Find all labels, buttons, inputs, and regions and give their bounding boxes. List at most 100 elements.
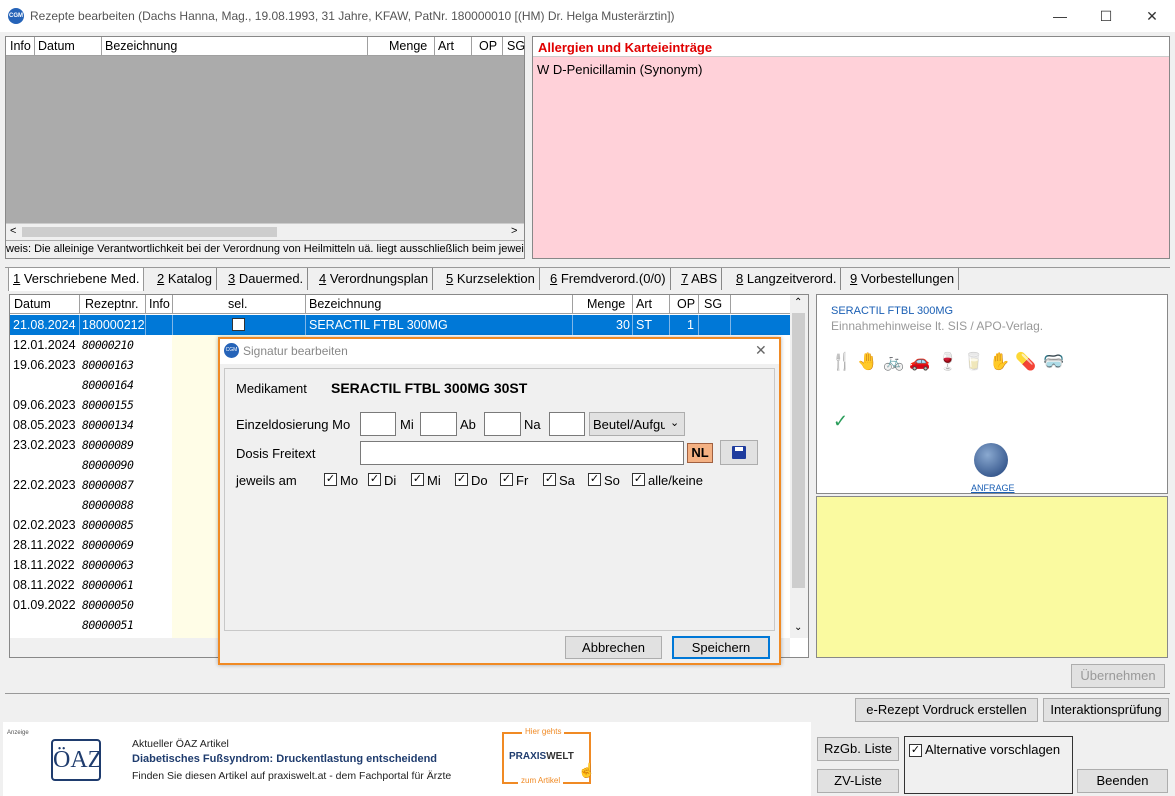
zv-liste-button[interactable]: ZV-Liste [817, 769, 899, 793]
day-checkbox-mo[interactable]: ✓ [324, 473, 337, 486]
vertical-scrollbar[interactable]: ⌃ ⌄ [790, 295, 808, 638]
ad-banner[interactable]: Anzeige ÖAZ Aktueller ÖAZ Artikel Diabet… [3, 722, 811, 796]
milk-icon[interactable]: 🥛 [963, 352, 984, 372]
check-icon[interactable]: ✓ [833, 411, 848, 432]
col-art[interactable]: Art [438, 39, 454, 53]
window-title: Rezepte bearbeiten (Dachs Hanna, Mag., 1… [30, 9, 675, 23]
cancel-button[interactable]: Abbrechen [565, 636, 662, 659]
maximize-button[interactable]: ☐ [1083, 0, 1129, 32]
chevron-down-icon: ⌄ [670, 417, 680, 429]
upper-table-header: Info Datum Bezeichnung Menge Art OP SG [6, 37, 525, 56]
upper-medication-table[interactable]: Info Datum Bezeichnung Menge Art OP SG <… [5, 36, 525, 259]
interaktion-button[interactable]: Interaktionsprüfung [1043, 698, 1169, 722]
col-op[interactable]: OP [479, 39, 497, 53]
erezept-button[interactable]: e-Rezept Vordruck erstellen [855, 698, 1038, 722]
day-checkbox-fr[interactable]: ✓ [500, 473, 513, 486]
col-sg[interactable]: SG [507, 39, 525, 53]
table-row[interactable]: 21.08.2024 180000212 SERACTIL FTBL 300MG 30… [10, 315, 790, 335]
scrollbar-thumb[interactable] [792, 313, 805, 588]
save-disk-button[interactable] [720, 440, 758, 465]
minimize-button[interactable]: — [1037, 0, 1083, 32]
col-datum[interactable]: Datum [14, 297, 51, 311]
col-op[interactable]: OP [677, 297, 695, 311]
col-bezeichnung[interactable]: Bezeichnung [105, 39, 177, 53]
tab-dauermed[interactable]: 3 Dauermed. [224, 268, 309, 290]
praxiswelt-button[interactable]: Hier gehts PRAXISWELT zum Artikel ☝ [502, 727, 595, 785]
day-checkbox-so[interactable]: ✓ [588, 473, 601, 486]
col-sg[interactable]: SG [704, 297, 722, 311]
close-button[interactable]: ✕ [1129, 0, 1175, 32]
ad-title[interactable]: Diabetisches Fußsyndrom: Druckentlastung… [132, 753, 437, 765]
row-datum: 12.01.2024 [13, 338, 76, 352]
tab-langzeitverord[interactable]: 8 Langzeitverord. [732, 268, 842, 290]
row-rezeptnr: 80000088 [82, 498, 134, 512]
dose-ab-input[interactable] [484, 412, 521, 436]
col-menge[interactable]: Menge [389, 39, 427, 53]
col-info[interactable]: Info [149, 297, 170, 311]
goggles-icon[interactable]: 🥽 [1043, 352, 1064, 372]
tab-verordnungsplan[interactable]: 4 Verordnungsplan [315, 268, 434, 290]
scrollbar-thumb[interactable] [22, 227, 277, 237]
tab-katalog[interactable]: 2 Katalog [153, 268, 217, 290]
row-datum: 02.02.2023 [13, 518, 76, 532]
tab-fremdverord[interactable]: 6 Fremdverord.(0/0) [546, 268, 671, 290]
unit-select[interactable]: Beutel/Aufgu ⌄ [589, 412, 685, 436]
row-rezeptnr: 80000089 [82, 438, 134, 452]
tab-verschriebene-med[interactable]: 1 Verschriebene Med. [8, 267, 145, 291]
tab-abs[interactable]: 7 ABS [677, 268, 723, 290]
col-bezeichnung[interactable]: Bezeichnung [309, 297, 381, 311]
dose-na-input[interactable] [549, 412, 585, 436]
rzgb-liste-button[interactable]: RzGb. Liste [817, 737, 899, 761]
alternative-checkbox[interactable]: ✓ [909, 744, 922, 757]
tab-vorbestellungen[interactable]: 9 Vorbestellungen [846, 268, 960, 290]
pill-icon[interactable]: 💊 [1015, 352, 1036, 372]
speichern-button[interactable]: Speichern [672, 636, 770, 659]
scroll-right-icon[interactable]: > [511, 225, 517, 237]
row-menge: 30 [616, 318, 630, 332]
row-datum: 18.11.2022 [13, 558, 75, 572]
praxiswelt-hier: Hier gehts [522, 727, 565, 736]
gesture-icon[interactable]: ✋ [989, 352, 1010, 372]
dose-mi-input[interactable] [420, 412, 457, 436]
pointer-hand-icon: ☝ [578, 762, 596, 778]
beenden-button[interactable]: Beenden [1077, 769, 1168, 793]
day-label-sa: Sa [559, 473, 575, 488]
drug-info-panel: SERACTIL FTBL 300MG Einnahmehinweise lt.… [816, 294, 1168, 494]
hand-icon[interactable]: 🤚 [857, 352, 878, 372]
notes-panel[interactable] [816, 496, 1168, 658]
day-checkbox-mi[interactable]: ✓ [411, 473, 424, 486]
col-menge[interactable]: Menge [587, 297, 625, 311]
col-rezeptnr[interactable]: Rezeptnr. [85, 297, 139, 311]
dialog-close-button[interactable]: ✕ [755, 342, 767, 359]
app-icon: CGM [8, 8, 24, 24]
day-checkbox-sa[interactable]: ✓ [543, 473, 556, 486]
floppy-disk-icon [732, 446, 746, 459]
scroll-left-icon[interactable]: < [10, 225, 16, 237]
day-checkbox-alle[interactable]: ✓ [632, 473, 645, 486]
day-checkbox-do[interactable]: ✓ [455, 473, 468, 486]
row-datum: 28.11.2022 [13, 538, 75, 552]
col-art[interactable]: Art [636, 297, 652, 311]
einzeldosierung-label: Einzeldosierung Mo [236, 417, 351, 432]
nl-button[interactable]: NL [687, 443, 713, 463]
uebernehmen-button[interactable]: Übernehmen [1071, 664, 1165, 688]
col-sel[interactable]: sel. [228, 297, 247, 311]
oeaz-logo: ÖAZ [51, 739, 102, 781]
anfrage-logo-icon[interactable] [974, 443, 1008, 477]
cutlery-icon[interactable]: 🍴 [831, 352, 852, 372]
car-icon[interactable]: 🚗 [909, 352, 930, 372]
anfrage-link[interactable]: ANFRAGE [971, 483, 1015, 493]
row-select-checkbox[interactable] [232, 318, 245, 331]
row-rezeptnr: 80000061 [82, 578, 134, 592]
col-info[interactable]: Info [10, 39, 31, 53]
horizontal-scrollbar[interactable]: < > [6, 223, 524, 240]
alternative-box[interactable]: ✓ Alternative vorschlagen [904, 736, 1073, 794]
dialog-title: Signatur bearbeiten [243, 344, 348, 358]
bicycle-icon[interactable]: 🚲 [883, 352, 904, 372]
day-checkbox-di[interactable]: ✓ [368, 473, 381, 486]
tab-kurzselektion[interactable]: 5 Kurzselektion [442, 268, 540, 290]
alcohol-icon[interactable]: 🍷 [937, 352, 958, 372]
freitext-input[interactable] [360, 441, 684, 465]
dose-mo-input[interactable] [360, 412, 396, 436]
col-datum[interactable]: Datum [38, 39, 75, 53]
